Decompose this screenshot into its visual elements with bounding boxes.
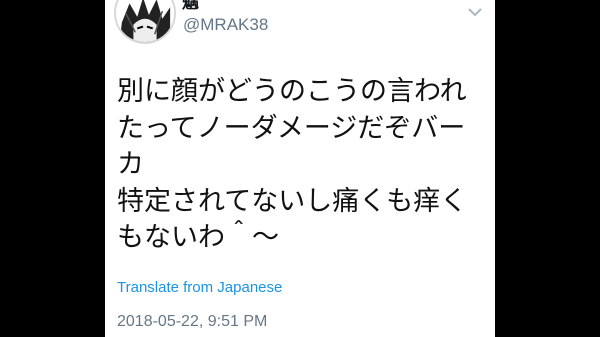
user-handle[interactable]: @MRAK38	[183, 14, 268, 36]
chevron-down-icon[interactable]	[467, 7, 483, 17]
tweet-card: 魑 @MRAK38 別に顔がどうのこうの言われ たってノーダメージだぞバー カ …	[105, 0, 495, 337]
tweet-timestamp[interactable]: 2018-05-22, 9:51 PM	[117, 313, 267, 331]
tweet-text-line: カ	[117, 149, 144, 180]
video-frame: 魑 @MRAK38 別に顔がどうのこうの言われ たってノーダメージだぞバー カ …	[0, 0, 600, 337]
avatar[interactable]	[114, 0, 176, 44]
tweet-text-line: 特定されてないし痛くも痒く	[117, 185, 468, 217]
display-name[interactable]: 魑	[182, 0, 199, 13]
tweet-text: 別に顔がどうのこうの言われ たってノーダメージだぞバー カ 特定されてないし痛く…	[117, 74, 487, 257]
manga-avatar-icon	[116, 0, 174, 42]
tweet-text-line: たってノーダメージだぞバー	[117, 112, 466, 144]
tweet-text-line: もないわ＾〜	[117, 222, 279, 253]
translate-link[interactable]: Translate from Japanese	[117, 279, 282, 296]
tweet-text-line: 別に顔がどうのこうの言われ	[117, 76, 467, 107]
